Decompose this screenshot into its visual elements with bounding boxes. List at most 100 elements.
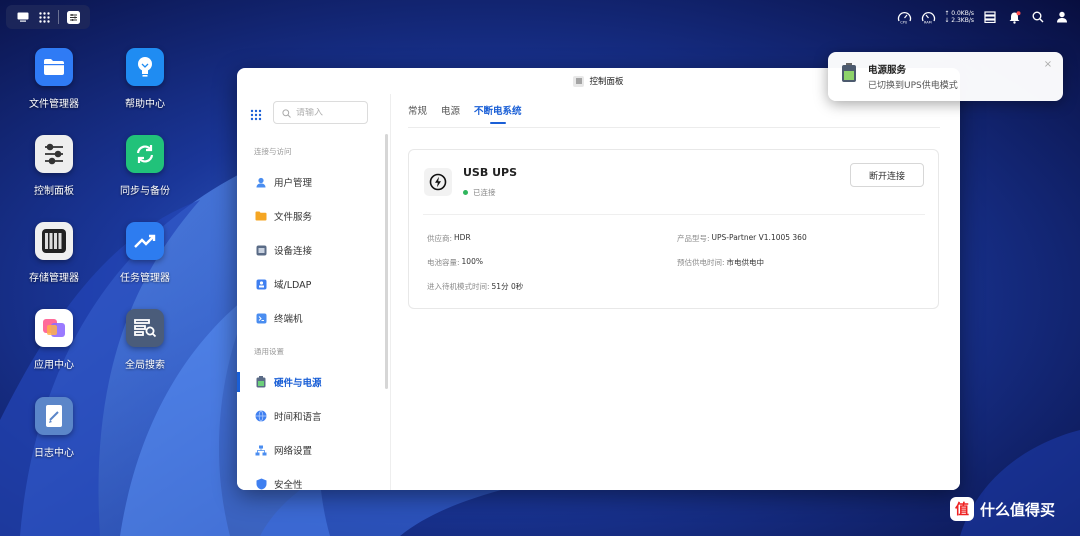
cpu-gauge-icon[interactable]: CPU [896, 9, 912, 25]
device-icon [255, 244, 267, 256]
svg-text:RAM: RAM [924, 21, 932, 25]
search-icon[interactable] [1030, 9, 1046, 25]
desktop-icon-label: 日志中心 [34, 448, 74, 459]
notification-title: 电源服务 [868, 65, 907, 76]
info-model: 产品型号: UPS-Partner V1.1005 360 [677, 233, 807, 244]
disconnect-button[interactable]: 断开连接 [850, 163, 924, 187]
sidebar-item-label: 文件服务 [274, 212, 313, 223]
close-icon[interactable]: × [1043, 60, 1053, 70]
desktop-icon-label: 控制面板 [34, 186, 74, 197]
watermark-text: 什么值得买 [980, 500, 1056, 519]
tab-general[interactable]: 常规 [408, 94, 427, 126]
apps-icon [35, 309, 73, 347]
desktop-icon-task-manager[interactable]: 任务管理器 [105, 222, 185, 284]
info-value: 100% [461, 257, 483, 266]
sync-icon [126, 135, 164, 173]
info-value: 市电供电中 [726, 258, 765, 267]
app-launcher-icon[interactable] [37, 9, 53, 25]
storage-status-icon[interactable] [982, 9, 998, 25]
sidebar-item-device-connection[interactable]: 设备连接 [237, 236, 389, 264]
notification-bell-icon[interactable] [1006, 9, 1022, 25]
taskbar-right: CPU RAM ↑ 0.0KB/s ↓ 2.3KB/s [896, 6, 1070, 28]
taskbar-left [6, 5, 90, 29]
desktop-icon-label: 文件管理器 [29, 99, 79, 110]
sidebar-item-label: 硬件与电源 [274, 378, 322, 389]
sidebar-item-user-management[interactable]: 用户管理 [237, 168, 389, 196]
tab-power[interactable]: 电源 [441, 94, 460, 126]
sidebar-item-file-services[interactable]: 文件服务 [237, 202, 389, 230]
folder-icon [35, 48, 73, 86]
sidebar-item-terminal[interactable]: 终端机 [237, 304, 389, 332]
search-input[interactable] [296, 107, 356, 118]
desktop-icon-label: 同步与备份 [120, 186, 170, 197]
net-upload-value: 0.0KB/s [951, 10, 974, 17]
storage-icon [35, 222, 73, 260]
sidebar-scrollbar[interactable] [385, 134, 388, 389]
sidebar-item-label: 用户管理 [274, 178, 313, 189]
ram-gauge-icon[interactable]: RAM [920, 9, 936, 25]
sidebar-item-label: 设备连接 [274, 246, 313, 257]
menu-grid-icon[interactable] [250, 106, 262, 121]
network-icon [255, 444, 267, 456]
sidebar-item-label: 域/LDAP [274, 280, 312, 291]
device-name: USB UPS [463, 166, 517, 179]
desktop-icon-file-manager[interactable]: 文件管理器 [14, 48, 94, 110]
desktop-icon-global-search[interactable]: 全局搜索 [105, 309, 185, 371]
control-panel-icon [573, 75, 585, 87]
watermark: 值 什么值得买 [950, 497, 1055, 521]
control-panel-window: 控制面板 连接与访问 用户管理 文件服务 [237, 68, 960, 490]
info-label: 进入待机模式时间: [427, 282, 490, 291]
sidebar-item-domain-ldap[interactable]: 域/LDAP [237, 270, 389, 298]
connection-status: 已连接 [463, 187, 496, 198]
sliders-icon [35, 135, 73, 173]
log-icon [35, 397, 73, 435]
sidebar-item-time-language[interactable]: 时间和语言 [237, 402, 389, 430]
power-bolt-icon [424, 168, 452, 196]
show-desktop-icon[interactable] [15, 9, 31, 25]
card-divider [423, 214, 925, 215]
info-label: 电池容量: [427, 258, 460, 267]
info-vendor: 供应商: HDR [427, 233, 471, 244]
desktop-icon-storage-manager[interactable]: 存储管理器 [14, 222, 94, 284]
desktop-icon-label: 应用中心 [34, 360, 74, 371]
desktop-icon-control-panel[interactable]: 控制面板 [14, 135, 94, 197]
battery-icon [255, 376, 267, 388]
info-standby-time: 进入待机模式时间: 51分 0秒 [427, 281, 523, 292]
notification-message: 已切换到UPS供电模式 [868, 81, 958, 91]
battery-charging-icon [840, 63, 858, 83]
info-value: UPS-Partner V1.1005 360 [711, 233, 807, 242]
user-account-icon[interactable] [1054, 9, 1070, 25]
chart-trend-icon [126, 222, 164, 260]
window-title: 控制面板 [589, 77, 624, 87]
info-label: 供应商: [427, 234, 453, 243]
folder-icon [255, 210, 267, 222]
network-speed[interactable]: ↑ 0.0KB/s ↓ 2.3KB/s [944, 10, 974, 24]
info-label: 预估供电时间: [677, 258, 725, 267]
net-download-speed: ↓ 2.3KB/s [944, 17, 974, 24]
sidebar-item-security[interactable]: 安全性 [237, 470, 389, 490]
sidebar-item-network-settings[interactable]: 网络设置 [237, 436, 389, 464]
search-panel-icon [126, 309, 164, 347]
tab-ups[interactable]: 不断电系统 [474, 94, 522, 126]
globe-icon [255, 410, 267, 422]
sidebar-item-label: 安全性 [274, 480, 303, 490]
notification-toast[interactable]: 电源服务 已切换到UPS供电模式 × [828, 52, 1063, 101]
taskbar-separator [58, 10, 60, 24]
terminal-icon [255, 312, 267, 324]
info-label: 产品型号: [677, 234, 710, 243]
sidebar: 连接与访问 用户管理 文件服务 设备连接 域/LDAP [237, 94, 391, 490]
section-heading-connection: 连接与访问 [254, 147, 292, 156]
connection-status-label: 已连接 [473, 188, 496, 197]
desktop-icon-help-center[interactable]: 帮助中心 [105, 48, 185, 110]
sidebar-item-label: 时间和语言 [274, 412, 322, 423]
desktop-icon-log-center[interactable]: 日志中心 [14, 397, 94, 459]
control-panel-task-icon[interactable] [65, 9, 81, 25]
sidebar-item-hardware-power[interactable]: 硬件与电源 [237, 368, 389, 396]
tab-bar: 常规 电源 不断电系统 [408, 94, 522, 126]
desktop-icon-app-center[interactable]: 应用中心 [14, 309, 94, 371]
shield-icon [255, 478, 267, 490]
sidebar-search[interactable] [273, 101, 368, 124]
main-content: 常规 电源 不断电系统 USB UPS 已连接 断开连接 供应商: HDR 产品… [392, 94, 960, 490]
desktop-icon-sync-backup[interactable]: 同步与备份 [105, 135, 185, 197]
sidebar-item-label: 网络设置 [274, 446, 313, 457]
